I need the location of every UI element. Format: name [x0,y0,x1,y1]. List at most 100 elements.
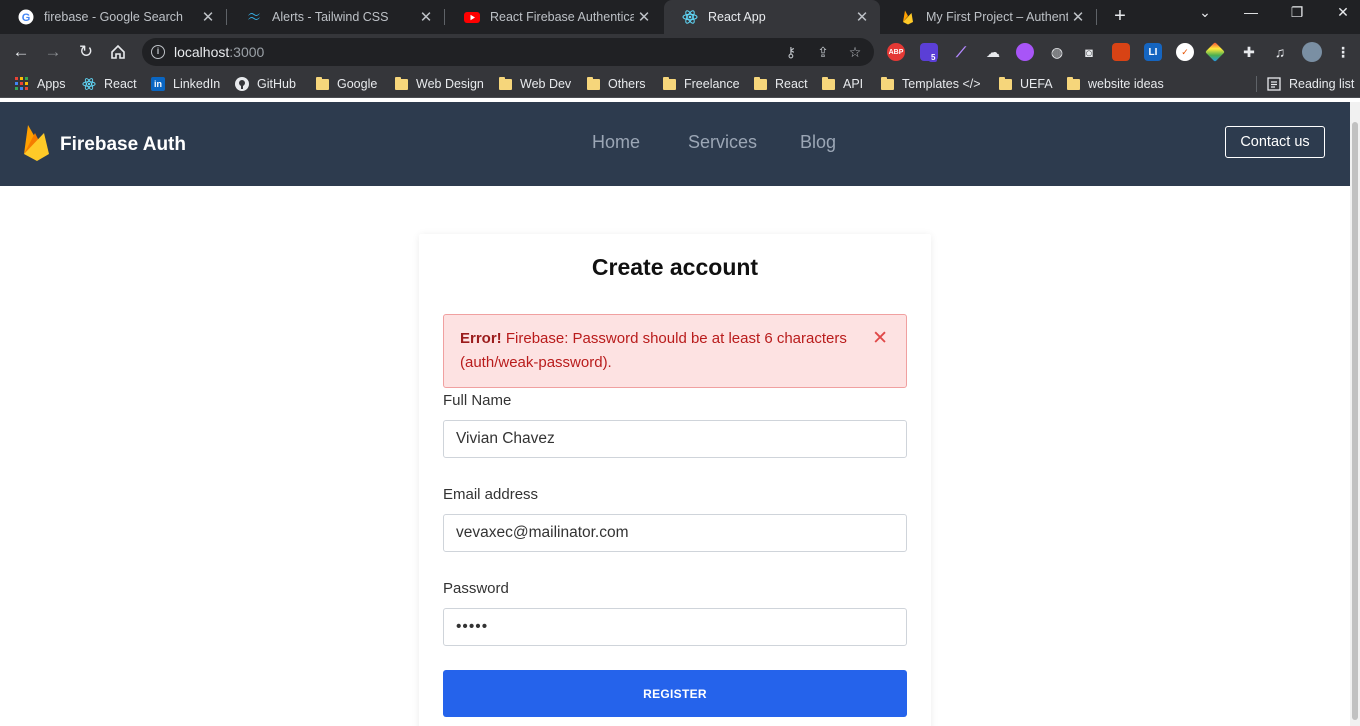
google-icon: G [18,9,34,25]
close-tab-icon[interactable]: ✕ [852,8,872,26]
bookmark-folder-google[interactable]: Google [315,75,377,93]
bookmark-folder-web-design[interactable]: Web Design [394,75,484,93]
folder-icon [394,76,408,91]
forward-icon[interactable]: → [42,41,64,63]
reading-list-button[interactable]: Reading list [1267,75,1354,93]
tab-title: My First Project – Authentication [926,10,1068,24]
avatar[interactable] [1302,42,1322,62]
bookmark-linkedin[interactable]: in LinkedIn [151,75,220,93]
brand[interactable]: Firebase Auth [22,122,186,167]
browser-tab-strip: G firebase - Google Search ✕ Alerts - Ta… [0,0,1360,34]
nav-link-home[interactable]: Home [592,132,640,153]
browser-tab-firebase-console[interactable]: My First Project – Authentication ✕ [882,0,1096,34]
email-label: Email address [443,486,539,503]
red-extension-icon[interactable] [1112,43,1130,61]
alert-strong: Error! [460,330,502,347]
menu-kebab-icon[interactable]: ⋮ [1334,43,1352,61]
cloud-extension-icon[interactable]: ☁ [984,43,1002,61]
contact-us-button[interactable]: Contact us [1225,126,1325,158]
site-navbar: Firebase Auth Home Services Blog Contact… [0,102,1350,186]
restore-icon[interactable]: ❐ [1282,4,1312,21]
share-icon[interactable]: ⇪ [815,44,831,60]
react-icon [682,9,698,25]
back-icon[interactable]: ← [10,41,32,63]
close-tab-icon[interactable]: ✕ [634,8,654,26]
password-input[interactable] [443,608,907,646]
bookmark-star-icon[interactable]: ☆ [847,44,863,60]
brand-name: Firebase Auth [60,133,186,155]
page-scrollbar[interactable] [1350,102,1360,726]
page-title: Create account [591,254,759,280]
react-icon [82,77,96,91]
purple-extension-icon[interactable] [1016,43,1034,61]
nav-link-blog[interactable]: Blog [800,132,836,153]
password-label: Password [443,580,509,597]
minimize-icon[interactable]: — [1236,4,1266,20]
linkedin-extension-icon[interactable]: LI [1144,43,1162,61]
tab-title: Alerts - Tailwind CSS [272,10,389,24]
tab-search-icon[interactable]: ⌄ [1190,4,1220,21]
browser-tab-react-app[interactable]: React App ✕ [664,0,880,34]
bookmark-folder-freelance[interactable]: Freelance [662,75,740,93]
browser-tab-google-search[interactable]: G firebase - Google Search ✕ [0,0,226,34]
bookmark-folder-templates[interactable]: Templates </> [880,75,981,93]
linkedin-icon: in [151,77,165,91]
firebase-logo-icon [22,122,52,167]
tab-title: firebase - Google Search [44,10,183,24]
extension-icon[interactable]: 5 [920,43,938,62]
reload-icon[interactable]: ↻ [75,41,97,63]
folder-icon [1066,76,1080,91]
site-info-icon[interactable]: i [151,45,165,59]
reading-list-icon [1267,77,1281,91]
email-input[interactable] [443,514,907,552]
home-icon[interactable] [107,41,129,63]
address-url: localhost:3000 [174,44,265,60]
github-icon [235,77,249,91]
svg-text:G: G [22,12,31,24]
bookmark-apps[interactable]: Apps [15,75,66,93]
folder-icon [315,76,329,91]
browser-tab-tailwind-alerts[interactable]: Alerts - Tailwind CSS ✕ [228,0,444,34]
adblock-plus-icon[interactable]: ABP [887,43,905,61]
close-tab-icon[interactable]: ✕ [1068,8,1088,26]
close-window-icon[interactable]: ✕ [1328,4,1358,21]
colorzilla-extension-icon[interactable] [1205,42,1225,62]
folder-icon [662,76,676,91]
bookmark-folder-api[interactable]: API [821,75,863,93]
folder-icon [586,76,600,91]
feather-extension-icon[interactable]: ⟋ [952,43,970,61]
nav-link-services[interactable]: Services [688,132,757,153]
bookmark-folder-react[interactable]: React [753,75,808,93]
address-bar[interactable]: i localhost:3000 ⚷ ⇪ ☆ [142,38,874,66]
browser-tab-youtube[interactable]: React Firebase Authentication ✕ [446,0,662,34]
folder-icon [753,76,767,91]
new-tab-button[interactable]: + [1108,5,1132,29]
bookmark-github[interactable]: GitHub [235,75,296,93]
apps-grid-icon [15,77,29,91]
close-alert-icon[interactable]: ✕ [872,327,888,351]
bookmark-react[interactable]: React [82,75,137,93]
tab-title: React Firebase Authentication [490,10,634,24]
bookmark-folder-uefa[interactable]: UEFA [998,75,1053,93]
tab-title: React App [708,10,766,24]
bookmarks-bar: Apps React in LinkedIn GitHub Google Web… [0,70,1360,98]
full-name-input[interactable] [443,420,907,458]
color-extension-icon[interactable]: ✓ [1176,43,1194,61]
bookmark-folder-web-dev[interactable]: Web Dev [498,75,571,93]
tailwind-icon [246,9,262,25]
bookmark-folder-website-ideas[interactable]: website ideas [1066,75,1164,93]
bookmark-folder-others[interactable]: Others [586,75,646,93]
close-tab-icon[interactable]: ✕ [198,8,218,26]
alert-message: Firebase: Password should be at least 6 … [460,330,847,371]
close-tab-icon[interactable]: ✕ [416,8,436,26]
register-card: Create account Error! Firebase: Password… [419,234,931,726]
puzzle-extensions-icon[interactable]: ✚ [1240,43,1258,61]
camera-extension-icon[interactable]: ◙ [1080,43,1098,61]
media-controls-icon[interactable]: ♫ [1271,43,1289,61]
key-icon[interactable]: ⚷ [783,44,799,60]
firebase-icon [900,9,916,25]
scrollbar-thumb[interactable] [1352,122,1358,720]
register-button[interactable]: REGISTER [443,670,907,717]
folder-icon [821,76,835,91]
globe-extension-icon[interactable]: ◍ [1048,43,1066,61]
